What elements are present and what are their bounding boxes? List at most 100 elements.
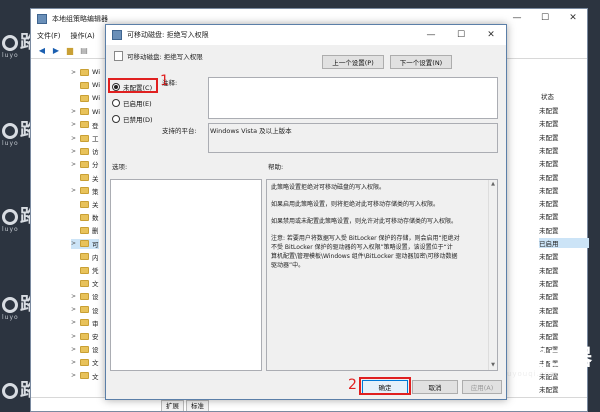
setting-state[interactable]: 未配置 [539,132,559,142]
tree-item[interactable]: > 文 [71,371,99,381]
setting-state[interactable]: 未配置 [539,291,559,301]
expand-arrow-icon[interactable]: > [71,346,77,353]
setting-state[interactable]: 未配置 [539,185,559,195]
folder-icon [80,81,89,89]
options-panel[interactable] [110,179,262,371]
radio-enabled[interactable]: 已启用(E) [112,98,152,108]
scroll-down-icon[interactable]: ▼ [489,361,497,370]
state-column-header[interactable]: 状态 [541,91,554,101]
radio-button[interactable] [112,83,120,91]
expand-arrow-icon[interactable]: > [71,108,77,115]
maximize-icon[interactable]: ☐ [446,25,476,45]
minimize-icon[interactable]: — [416,25,446,45]
expand-arrow-icon[interactable]: > [71,148,77,155]
expand-arrow-icon[interactable]: > [71,359,77,366]
setting-state[interactable]: 未配置 [539,211,559,221]
tree-item[interactable]: > 访 [71,146,99,156]
expand-arrow-icon[interactable]: > [71,121,77,128]
cancel-button[interactable]: 取消 [412,380,458,394]
tree-item[interactable]: Wi [71,80,100,90]
tree-item[interactable]: > 设 [71,291,99,301]
setting-state[interactable]: 未配置 [539,251,559,261]
previous-setting-button[interactable]: 上一个设置(P) [322,55,384,69]
expand-arrow-icon[interactable]: > [71,161,77,168]
radio-disabled[interactable]: 已禁用(D) [112,114,153,124]
expand-arrow-icon[interactable]: > [71,306,77,313]
tree-item[interactable]: > 策 [71,186,99,196]
tree-item[interactable]: 数 [71,212,99,222]
tree-item[interactable]: > 文 [71,357,99,367]
minimize-icon[interactable]: — [503,9,531,27]
tree-item[interactable]: 内 [71,252,99,262]
tree-item[interactable]: > 设 [71,305,99,315]
setting-state[interactable]: 未配置 [539,198,559,208]
router-logo-icon [2,123,18,139]
setting-state[interactable]: 未配置 [539,145,559,155]
help-scrollbar[interactable]: ▲ ▼ [488,180,497,370]
tree-item[interactable]: 关 [71,199,99,209]
maximize-icon[interactable]: ☐ [531,9,559,27]
tree-item[interactable]: 凭 [71,265,99,275]
next-setting-button[interactable]: 下一个设置(N) [390,55,452,69]
comment-textarea[interactable] [208,77,498,119]
tree-item[interactable]: > 工 [71,133,99,143]
radio-not-configured[interactable]: 未配置(C) [112,82,152,92]
tree-item-label: 安 [92,333,99,341]
close-icon[interactable]: ✕ [476,25,506,45]
setting-state[interactable]: 已启用 [539,238,589,248]
folder-icon [80,372,89,380]
setting-state[interactable]: 未配置 [539,318,559,328]
window-controls: — ☐ ✕ [503,9,587,27]
setting-state[interactable]: 未配置 [539,225,559,235]
up-folder-icon[interactable]: ▆ [65,46,75,56]
policy-setting-dialog: 可移动磁盘: 拒绝写入权限 — ☐ ✕ 可移动磁盘: 拒绝写入权限 上一个设置(… [105,24,507,400]
help-paragraph: 注意: 若要用户将数据写入受 BitLocker 保护的存储，则会启用“拒绝对 … [271,235,460,269]
forward-arrow-icon[interactable]: ▶ [51,46,61,56]
tree-item[interactable]: > Wi [71,67,100,77]
tree-item[interactable]: > Wi [71,107,100,117]
back-arrow-icon[interactable]: ◀ [37,46,47,56]
tree-item-label: 数 [92,214,99,223]
menu-file[interactable]: 文件(F) [37,31,61,41]
tree-item[interactable]: > 登 [71,120,99,130]
expand-arrow-icon[interactable]: > [71,69,77,76]
expand-arrow-icon[interactable]: > [71,135,77,142]
tab-standard[interactable]: 标准 [186,400,209,411]
setting-state[interactable]: 未配置 [539,265,559,275]
setting-state[interactable]: 未配置 [539,172,559,182]
expand-arrow-icon[interactable]: > [71,333,77,340]
expand-arrow-icon[interactable]: > [71,293,77,300]
scroll-up-icon[interactable]: ▲ [489,180,497,189]
tree-item[interactable]: > 设 [71,344,99,354]
apply-button[interactable]: 应用(A) [462,380,502,394]
expand-arrow-icon[interactable]: > [71,372,77,379]
setting-state[interactable]: 未配置 [539,331,559,341]
expand-arrow-icon[interactable]: > [71,187,77,194]
radio-button[interactable] [112,99,120,107]
radio-button[interactable] [112,115,120,123]
tree-item[interactable]: > 审 [71,318,99,328]
expand-arrow-icon[interactable]: > [71,319,77,326]
setting-state[interactable]: 未配置 [539,278,559,288]
setting-state[interactable]: 未配置 [539,105,559,115]
help-panel[interactable]: 此策略设置拒绝对可移动磁盘的写入权限。 如果启用此策略设置，则将拒绝对此可移动存… [266,179,498,371]
setting-state[interactable]: 未配置 [539,305,559,315]
expand-arrow-icon[interactable]: > [71,240,77,247]
tab-extended[interactable]: 扩展 [161,400,184,411]
help-paragraph: 如果禁用或未配置此策略设置，则允许对此可移动存储类的写入权限。 [271,218,458,225]
close-icon[interactable]: ✕ [559,9,587,27]
show-tree-icon[interactable]: ▤ [79,46,89,56]
setting-state[interactable]: 未配置 [539,158,559,168]
tree-item[interactable]: 文 [71,278,99,288]
setting-name: 可移动磁盘: 拒绝写入权限 [127,53,203,61]
tree-item[interactable]: > 可 [71,238,99,249]
tree-item[interactable]: 关 [71,173,99,183]
tree-item[interactable]: 删 [71,225,99,235]
menu-action[interactable]: 操作(A) [71,31,95,41]
tree-item[interactable]: Wi [71,93,100,103]
setting-state[interactable]: 未配置 [539,384,559,394]
help-paragraph: 此策略设置拒绝对可移动磁盘的写入权限。 [271,184,386,191]
tree-item[interactable]: > 安 [71,331,99,341]
setting-state[interactable]: 未配置 [539,118,559,128]
tree-item[interactable]: > 分 [71,159,99,169]
